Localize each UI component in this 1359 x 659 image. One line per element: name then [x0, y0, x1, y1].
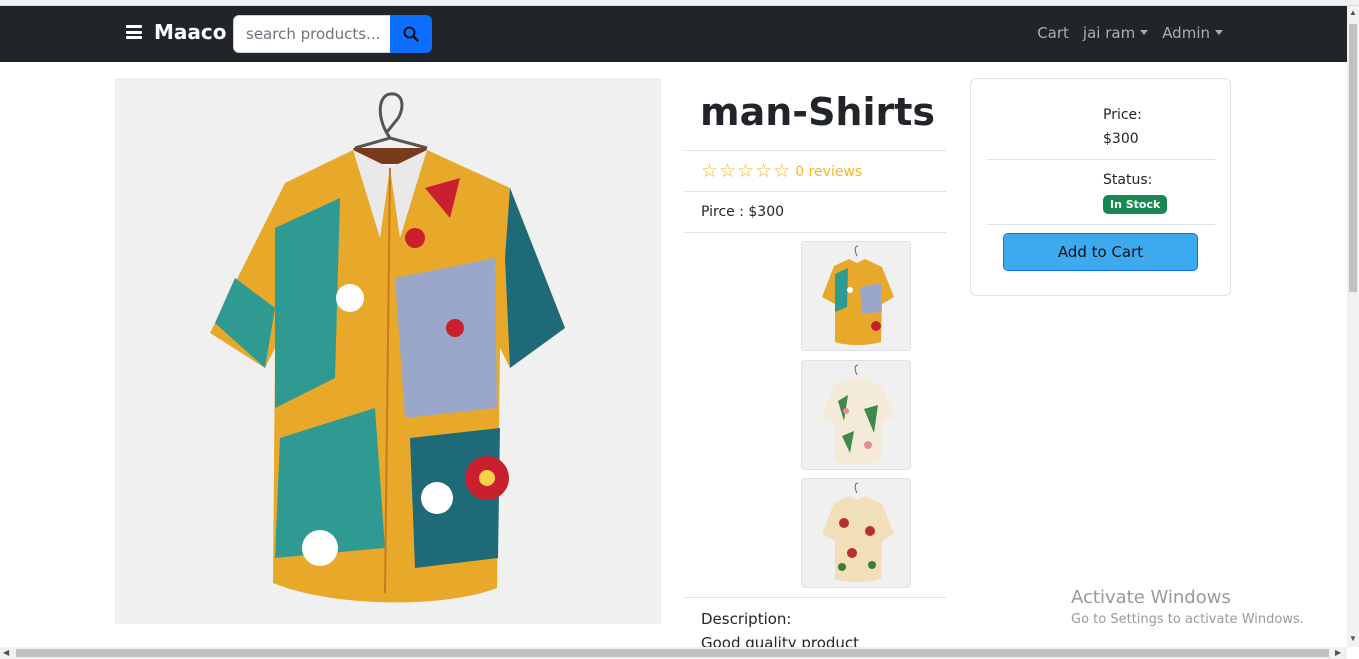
nav-user-label[interactable]: jai ram	[1083, 24, 1135, 42]
shirt-illustration	[210, 92, 565, 603]
card-price-value: $300	[1103, 131, 1139, 147]
windows-activation-watermark: Activate Windows Go to Settings to activ…	[1071, 587, 1304, 627]
scroll-left-arrow-icon[interactable]: ◀	[3, 648, 9, 657]
watermark-subtitle: Go to Settings to activate Windows.	[1071, 612, 1304, 627]
divider	[685, 232, 946, 233]
card-status-label: Status:	[1103, 172, 1153, 188]
search-input[interactable]: search products...	[233, 15, 391, 53]
card-price-label: Price:	[1103, 107, 1142, 123]
scroll-right-arrow-icon[interactable]: ▶	[1335, 648, 1341, 657]
star-outline-icon: ☆	[719, 160, 737, 182]
card-divider	[987, 224, 1215, 225]
search-icon	[403, 26, 419, 42]
add-to-cart-button[interactable]: Add to Cart	[1003, 233, 1198, 271]
purchase-card: Price: $300 Status: In Stock Add to Cart	[970, 78, 1231, 296]
vertical-scrollbar[interactable]: ▲ ▼	[1347, 6, 1359, 647]
product-title: man-Shirts	[700, 90, 936, 134]
main-product-image	[115, 78, 661, 624]
horizontal-scrollbar[interactable]: ◀ ▶	[0, 647, 1347, 659]
brand-name[interactable]: Maaco	[154, 20, 227, 44]
divider	[685, 597, 946, 598]
nav-cart-link[interactable]: Cart	[1037, 24, 1069, 42]
reviews-count[interactable]: 0 reviews	[795, 164, 862, 180]
brand-link[interactable]: Maaco	[126, 20, 227, 44]
nav-admin-label[interactable]: Admin	[1162, 24, 1210, 42]
product-rating: ☆ ☆ ☆ ☆ ☆ 0 reviews	[701, 162, 862, 181]
status-badge: In Stock	[1103, 195, 1168, 214]
thumbnail-2[interactable]	[801, 360, 911, 470]
star-outline-icon: ☆	[773, 160, 791, 182]
shirt-thumbnail-image	[822, 245, 894, 345]
thumbnail-3[interactable]	[801, 478, 911, 588]
scroll-down-arrow-icon[interactable]: ▼	[1349, 634, 1357, 643]
shirt-thumbnail-image	[822, 482, 894, 582]
nav-user-dropdown[interactable]: jai ram	[1083, 24, 1148, 42]
search-button[interactable]	[390, 15, 432, 53]
star-outline-icon: ☆	[701, 160, 719, 182]
description-label: Description:	[701, 610, 792, 628]
divider	[685, 150, 946, 151]
star-outline-icon: ☆	[755, 160, 773, 182]
product-price-line: Pirce : $300	[701, 204, 785, 220]
star-outline-icon: ☆	[737, 160, 755, 182]
nav-admin-dropdown[interactable]: Admin	[1162, 24, 1223, 42]
divider	[685, 191, 946, 192]
hamburger-icon[interactable]	[126, 25, 142, 39]
navbar: Maaco search products... Cart jai ram Ad…	[0, 6, 1347, 62]
vertical-scroll-thumb[interactable]	[1349, 24, 1357, 292]
thumbnail-1[interactable]	[801, 241, 911, 351]
card-divider	[987, 159, 1215, 160]
horizontal-scroll-thumb[interactable]	[16, 649, 1329, 657]
scroll-up-arrow-icon[interactable]: ▲	[1349, 8, 1357, 17]
shirt-thumbnail-image	[822, 364, 894, 464]
watermark-title: Activate Windows	[1071, 587, 1231, 608]
